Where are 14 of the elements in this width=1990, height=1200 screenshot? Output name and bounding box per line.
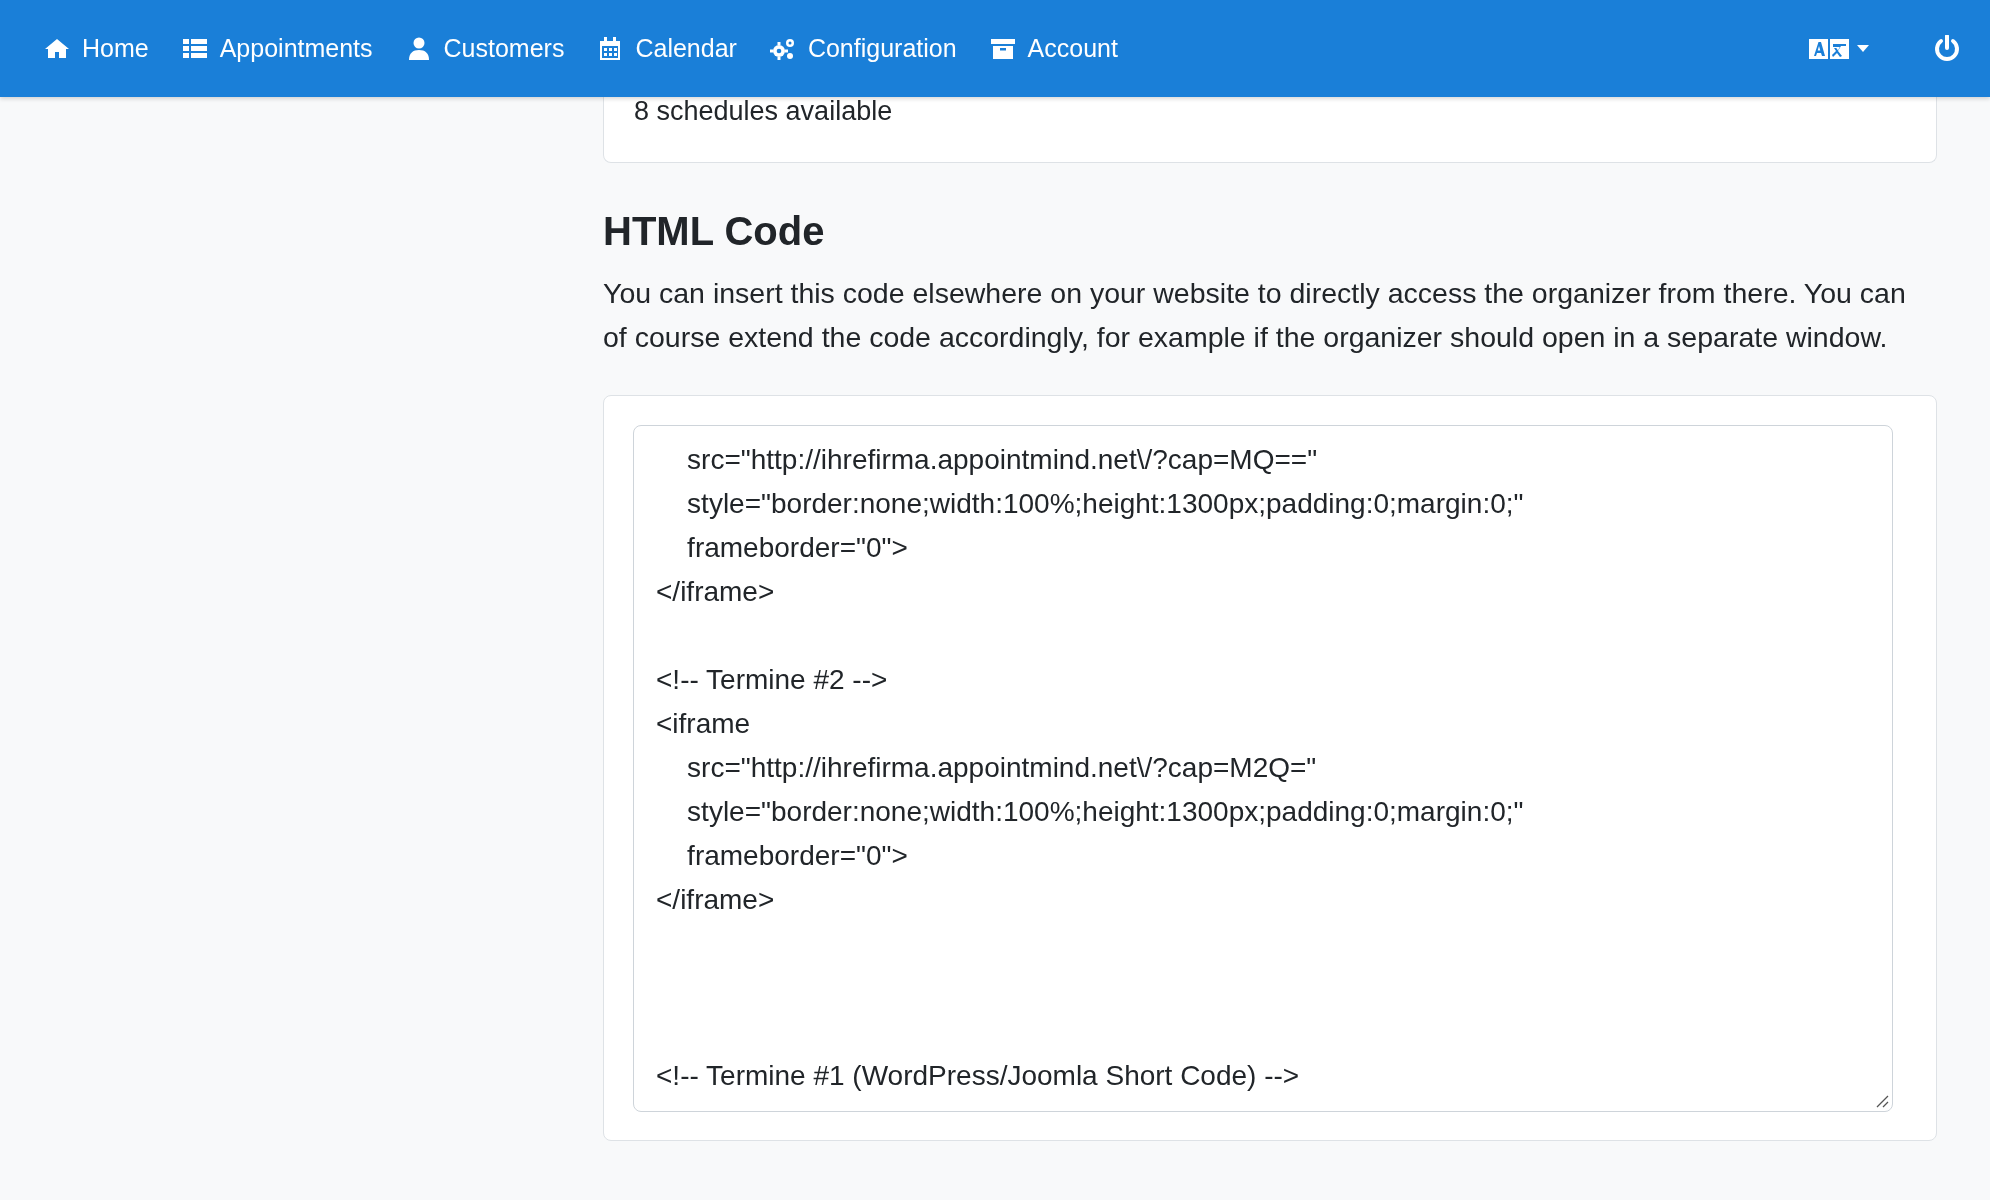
code-field[interactable]: src="http://ihrefirma.appointmind.net\/?cap=MQ==" style="border:none;width:100%;height:1300px;padding:0;margin:0;" frameborder="0"> </iframe> <!-- Termine #2 --> <iframe src="http://ihrefirma.appointmind.net\/?cap=M2Q=" style="border:none;width:100%;height:1300px;padding:0;margin:0;" frameborder="0"> </iframe> <!-- Termine #1 (WordPress/Joomla Short Code) --> [633,424,1893,1112]
nav-link[interactable]: Appointments [181,29,390,68]
nav-link[interactable]: Configuration [769,29,974,68]
resize-handle-icon[interactable] [1875,1093,1889,1108]
caret-icon [1857,45,1869,52]
nav-link[interactable]: Home [44,29,166,68]
nav-link[interactable]: Account [989,29,1135,68]
section-description: You can insert this code elsewhere on your website to directly access the organizer from there. You can of course extend the code accordingly, for example if the organizer should open in a separate window. [603,275,1907,355]
nav-link[interactable]: Calendar [597,29,754,68]
translate-icon [1809,37,1849,60]
schedules-count: 8 schedules available [634,96,893,126]
section-heading: HTML Code [603,207,826,255]
nav-link[interactable]: Customers [405,29,582,68]
power-icon[interactable] [1934,34,1960,63]
